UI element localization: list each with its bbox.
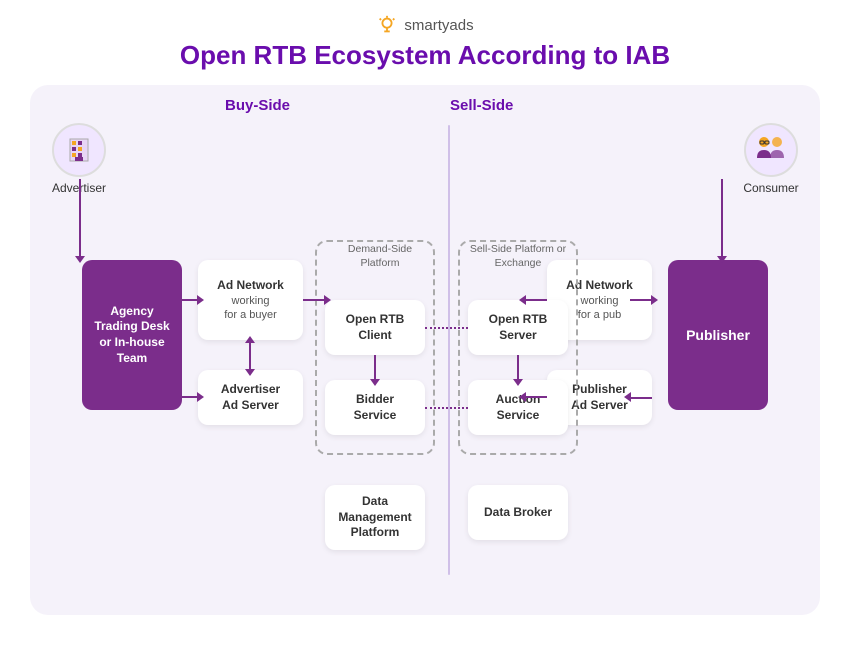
consumer-label: Consumer	[743, 181, 798, 195]
logo-text: smartyads	[404, 17, 473, 34]
logo-bar: smartyads	[376, 14, 473, 36]
arrow-ssp-pubadserver	[630, 397, 652, 399]
data-broker-box: Data Broker	[468, 485, 568, 540]
arrow-pubadserver-publisher	[525, 396, 547, 398]
consumer-icon	[744, 123, 798, 177]
arrow-adserver-down	[249, 342, 251, 370]
bidder-service-box: Bidder Service	[325, 380, 425, 435]
sell-side-label: Sell-Side	[450, 97, 513, 114]
buy-side-label: Buy-Side	[225, 97, 290, 114]
diagram: Buy-Side Sell-Side Advertiser	[30, 85, 820, 615]
dotted-bidder-auction	[425, 407, 468, 409]
arrowhead-pubadserver	[624, 392, 631, 402]
ad-network-buyer-box: Ad Network working for a buyer	[198, 260, 303, 340]
arrow-agency-adserver	[182, 396, 198, 398]
arrow-consumer-publisher	[721, 179, 723, 257]
arrow-adnet-dsp	[303, 299, 325, 301]
advertiser-ad-server-box: Advertiser Ad Server	[198, 370, 303, 425]
page-title: Open RTB Ecosystem According to IAB	[180, 40, 670, 71]
logo-icon	[376, 14, 398, 36]
dotted-rtb-client-server	[425, 327, 468, 329]
dsp-label: Demand-Side Platform	[345, 243, 415, 270]
agency-block: Agency Trading Desk or In-house Team	[82, 260, 182, 410]
ssp-label: Sell-Side Platform or Exchange	[468, 243, 568, 270]
open-rtb-client-box: Open RTB Client	[325, 300, 425, 355]
arrow-advertiser-agency	[79, 179, 81, 257]
arrow-ssp-internal	[517, 355, 519, 380]
advertiser-icon	[52, 123, 106, 177]
arrow-agency-adnet-buyer	[182, 299, 198, 301]
open-rtb-server-box: Open RTB Server	[468, 300, 568, 355]
auction-service-box: Auction Service	[468, 380, 568, 435]
consumer-actor: Consumer	[736, 123, 806, 195]
arrow-adnet-pub-publisher	[525, 299, 547, 301]
publisher-block: Publisher	[668, 260, 768, 410]
arrow-dsp-internal	[374, 355, 376, 380]
dmp-box: Data Management Platform	[325, 485, 425, 550]
arrow-ssp-adnet-pub	[630, 299, 652, 301]
buy-sell-divider	[448, 125, 450, 575]
page: smartyads Open RTB Ecosystem According t…	[0, 0, 850, 660]
